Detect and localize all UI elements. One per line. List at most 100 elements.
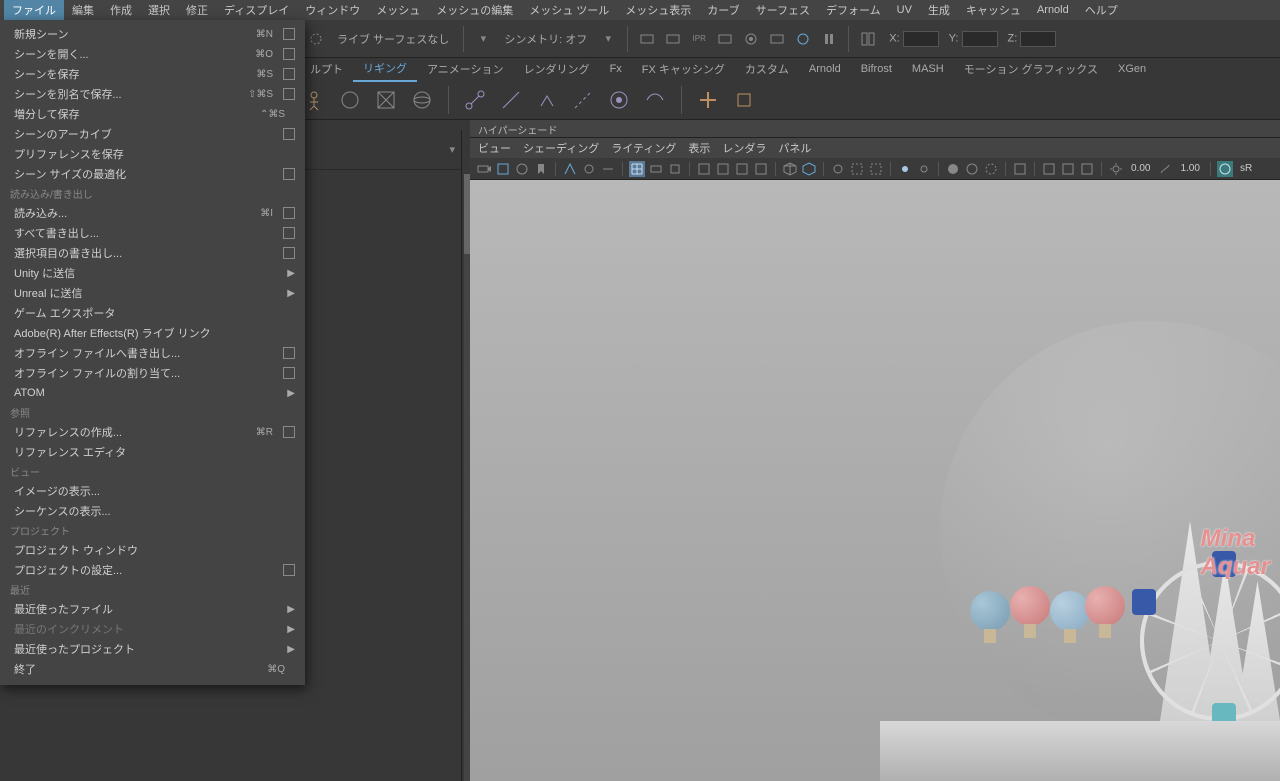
shelf-joint-icon[interactable] <box>497 86 525 114</box>
panel-icon[interactable] <box>734 161 750 177</box>
menu-編集[interactable]: 編集 <box>64 0 102 21</box>
render-icon[interactable] <box>662 28 684 50</box>
option-box-icon[interactable] <box>283 564 295 576</box>
menu-item[interactable]: ゲーム エクスポータ <box>0 303 305 323</box>
shelf-tab-FX キャッシング[interactable]: FX キャッシング <box>632 57 735 81</box>
option-box-icon[interactable] <box>283 367 295 379</box>
shelf-tab-カスタム[interactable]: カスタム <box>735 57 799 81</box>
render-icon[interactable] <box>766 28 788 50</box>
chevron-down-icon[interactable]: ▾ <box>597 28 619 50</box>
option-box-icon[interactable] <box>283 68 295 80</box>
menu-item[interactable]: Adobe(R) After Effects(R) ライブ リンク <box>0 323 305 343</box>
panel-menu-シェーディング[interactable]: シェーディング <box>523 140 599 156</box>
shelf-tab-ルプト[interactable]: ルプト <box>300 57 353 81</box>
gear-icon[interactable] <box>740 28 762 50</box>
shelf-tab-モーション グラフィックス[interactable]: モーション グラフィックス <box>954 57 1108 81</box>
menu-item[interactable]: プリファレンスを保存 <box>0 144 305 164</box>
render-icon[interactable] <box>714 28 736 50</box>
panel-icon[interactable] <box>696 161 712 177</box>
menu-item[interactable]: リファレンス エディタ <box>0 442 305 462</box>
menu-item[interactable]: シーケンスの表示... <box>0 501 305 521</box>
panel-icon[interactable] <box>868 161 884 177</box>
3d-viewport[interactable]: Mina Aquar <box>470 180 1280 781</box>
gamma-value[interactable]: 1.00 <box>1176 163 1203 174</box>
pause-icon[interactable] <box>818 28 840 50</box>
menu-キャッシュ[interactable]: キャッシュ <box>958 0 1029 21</box>
menu-item[interactable]: イメージの表示... <box>0 481 305 501</box>
render-icon[interactable] <box>792 28 814 50</box>
shade-icon[interactable] <box>983 161 999 177</box>
shade-icon[interactable] <box>945 161 961 177</box>
menu-item[interactable]: シーンのアーカイブ <box>0 124 305 144</box>
menu-item[interactable]: プロジェクト ウィンドウ <box>0 540 305 560</box>
menu-item[interactable]: すべて書き出し... <box>0 223 305 243</box>
shelf-shape-icon[interactable] <box>372 86 400 114</box>
menu-選択[interactable]: 選択 <box>140 0 178 21</box>
menu-メッシュの編集[interactable]: メッシュの編集 <box>428 0 521 21</box>
menu-UV[interactable]: UV <box>889 1 920 19</box>
menu-Arnold[interactable]: Arnold <box>1029 1 1077 19</box>
menu-item[interactable]: プロジェクトの設定... <box>0 560 305 580</box>
shade-icon[interactable] <box>964 161 980 177</box>
shelf-sphere-icon[interactable] <box>408 86 436 114</box>
cube-icon[interactable] <box>782 161 798 177</box>
panel-menu-表示[interactable]: 表示 <box>688 140 710 156</box>
panel-icon[interactable] <box>849 161 865 177</box>
light-icon[interactable] <box>916 161 932 177</box>
isolate-icon[interactable] <box>1012 161 1028 177</box>
panel-icon[interactable] <box>1079 161 1095 177</box>
option-box-icon[interactable] <box>283 247 295 259</box>
shelf-skin-icon[interactable] <box>641 86 669 114</box>
menu-item[interactable]: Unreal に送信▶ <box>0 283 305 303</box>
menu-item[interactable]: オフライン ファイルへ書き出し... <box>0 343 305 363</box>
option-box-icon[interactable] <box>283 227 295 239</box>
panel-icon[interactable] <box>495 161 511 177</box>
panel-icon[interactable] <box>667 161 683 177</box>
menu-item[interactable]: シーンを開く...⌘O <box>0 44 305 64</box>
menu-メッシュ表示[interactable]: メッシュ表示 <box>617 0 699 21</box>
colorspace-label[interactable]: sR <box>1236 163 1256 174</box>
panel-menu-ビュー[interactable]: ビュー <box>478 140 511 156</box>
shelf-tab-XGen[interactable]: XGen <box>1108 59 1156 79</box>
grid-icon[interactable] <box>629 161 645 177</box>
shelf-tab-リギング[interactable]: リギング <box>353 56 417 82</box>
shelf-ik-icon[interactable] <box>569 86 597 114</box>
menu-item[interactable]: 最近使ったプロジェクト▶ <box>0 639 305 659</box>
exposure-value[interactable]: 0.00 <box>1127 163 1154 174</box>
option-box-icon[interactable] <box>283 168 295 180</box>
menu-ファイル[interactable]: ファイル <box>4 0 64 21</box>
menu-item[interactable]: 増分して保存⌃⌘S <box>0 104 305 124</box>
gamma-icon[interactable] <box>1157 161 1173 177</box>
option-box-icon[interactable] <box>283 88 295 100</box>
menu-item[interactable]: 終了⌘Q <box>0 659 305 679</box>
menu-item[interactable]: 新規シーン⌘N <box>0 24 305 44</box>
menu-item[interactable]: 最近使ったファイル▶ <box>0 599 305 619</box>
panel-icon[interactable] <box>1041 161 1057 177</box>
panel-menu-パネル[interactable]: パネル <box>778 140 811 156</box>
coord-x-input[interactable] <box>903 31 939 47</box>
render-icon[interactable] <box>636 28 658 50</box>
menu-メッシュ ツール[interactable]: メッシュ ツール <box>521 0 617 21</box>
option-box-icon[interactable] <box>283 48 295 60</box>
bookmark-icon[interactable] <box>533 161 549 177</box>
menu-サーフェス[interactable]: サーフェス <box>748 0 818 21</box>
panel-icon[interactable] <box>648 161 664 177</box>
panel-icon[interactable] <box>830 161 846 177</box>
menu-ウィンドウ[interactable]: ウィンドウ <box>297 0 368 21</box>
menu-item[interactable]: シーンを保存⌘S <box>0 64 305 84</box>
layout-icon[interactable] <box>857 28 879 50</box>
shelf-constraint-icon[interactable] <box>730 86 758 114</box>
exposure-icon[interactable] <box>1108 161 1124 177</box>
panel-icon[interactable] <box>753 161 769 177</box>
shelf-tab-MASH[interactable]: MASH <box>902 59 954 79</box>
shelf-tab-レンダリング[interactable]: レンダリング <box>514 57 600 81</box>
menu-生成[interactable]: 生成 <box>920 0 958 21</box>
panel-icon[interactable] <box>562 161 578 177</box>
option-box-icon[interactable] <box>283 128 295 140</box>
option-box-icon[interactable] <box>283 426 295 438</box>
shelf-skin-icon[interactable] <box>605 86 633 114</box>
panel-icon[interactable] <box>715 161 731 177</box>
snap-icon[interactable] <box>305 28 327 50</box>
menu-item[interactable]: 選択項目の書き出し... <box>0 243 305 263</box>
panel-menu-レンダラ[interactable]: レンダラ <box>722 140 766 156</box>
